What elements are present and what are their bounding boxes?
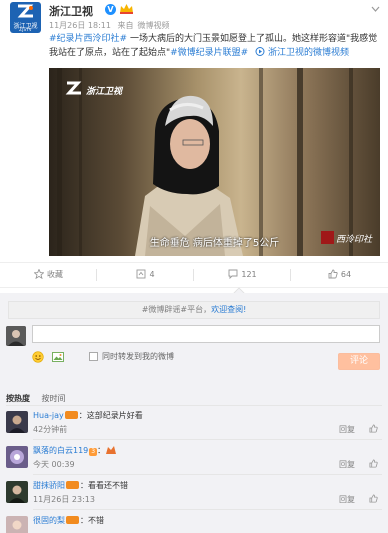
image-icon[interactable] xyxy=(52,351,64,363)
author-avatar[interactable]: 浙江卫视 ZJSTV xyxy=(10,2,41,33)
watermark-text: 浙江卫视 xyxy=(86,87,123,97)
author-name[interactable]: 浙江卫视 xyxy=(49,3,93,19)
notice-link[interactable]: 欢迎查阅! xyxy=(211,305,246,314)
comment-time: 11月26日 23:13 xyxy=(33,495,95,504)
user-avatar-icon xyxy=(6,326,26,346)
comment-panel: #微博辟谣#平台，欢迎查阅! 同时转发到我的微博 评论 按热度 按时间 Hua-… xyxy=(0,293,388,533)
video-background-tree xyxy=(297,68,303,256)
comment-time: 今天 00:39 xyxy=(33,460,75,469)
comment-count: 121 xyxy=(241,270,257,279)
favorite-label: 收藏 xyxy=(47,270,63,279)
post-time[interactable]: 11月26日 18:11 xyxy=(49,21,111,30)
commenter-name[interactable]: 飘落的白云119 xyxy=(33,446,88,455)
notice-text: #微博辟谣#平台， xyxy=(141,305,212,314)
rumor-notice: #微博辟谣#平台，欢迎查阅! xyxy=(8,301,380,319)
video-background-tree xyxy=(259,68,263,256)
post-source-prefix: 来自 xyxy=(117,21,134,30)
comment-item: 甜抹骄阳 ：看看还不错 11月26日 23:13 回复 xyxy=(0,480,388,510)
comment-text: ：不错 xyxy=(80,516,104,525)
comment-text: ：这部纪录片好看 xyxy=(78,411,143,420)
commenter-name[interactable]: Hua-jay xyxy=(33,411,64,420)
like-count: 64 xyxy=(340,270,352,279)
like-button[interactable]: 64 xyxy=(291,263,388,287)
post-header: 浙江卫视 ZJSTV 浙江卫视 V 11月26日 18:11 来自 微博视频 xyxy=(0,0,388,36)
video-player[interactable]: 浙江卫视 生命垂危 病后体重掉了5公斤 西泠印社 xyxy=(49,68,380,256)
logo-subtext: ZJSTV xyxy=(19,27,32,32)
repost-icon xyxy=(137,269,146,279)
repost-checkbox-label: 同时转发到我的微博 xyxy=(102,352,174,361)
video-frame-woman xyxy=(135,95,243,256)
commenter-avatar[interactable] xyxy=(6,516,28,533)
comment-icon xyxy=(228,269,238,280)
divider xyxy=(6,405,382,406)
reply-button[interactable]: 回复 xyxy=(339,494,355,505)
seal-stamp-icon xyxy=(321,231,334,244)
comment-text: ： xyxy=(97,446,106,455)
my-avatar[interactable] xyxy=(6,326,26,346)
vip-icon xyxy=(64,411,78,419)
video-brand: 西泠印社 xyxy=(336,235,373,245)
vip-crown-icon xyxy=(120,4,133,14)
user-avatar-icon xyxy=(6,446,28,468)
submit-comment-button[interactable]: 评论 xyxy=(338,353,380,370)
sort-by-hot[interactable]: 按热度 xyxy=(6,394,30,403)
commenter-name[interactable]: 甜抹骄阳 xyxy=(33,481,65,490)
post-source[interactable]: 微博视频 xyxy=(138,21,170,30)
commenter-name[interactable]: 很固的梨 xyxy=(33,516,65,525)
thumbs-up-icon[interactable] xyxy=(369,459,378,468)
comment-item: 很固的梨 ：不错 xyxy=(0,515,388,533)
repost-count: 4 xyxy=(149,270,155,279)
topic-link-2[interactable]: #微博纪录片联盟# xyxy=(170,48,248,58)
commenter-avatar[interactable] xyxy=(6,481,28,503)
comment-line: 甜抹骄阳 ：看看还不错 xyxy=(33,480,128,491)
video-link-icon xyxy=(255,47,265,56)
comment-text: ：看看还不错 xyxy=(80,481,128,490)
favorite-button[interactable]: 收藏 xyxy=(0,263,97,287)
commenter-avatar[interactable] xyxy=(6,446,28,468)
topic-link[interactable]: #纪录片西泠印社# xyxy=(49,34,127,44)
divider xyxy=(33,439,382,440)
sticker-icon xyxy=(106,446,117,454)
post-meta: 11月26日 18:11 来自 微博视频 xyxy=(49,20,174,31)
comment-line: 很固的梨 ：不错 xyxy=(33,515,104,526)
reply-button[interactable]: 回复 xyxy=(339,459,355,470)
chevron-down-icon[interactable] xyxy=(371,6,380,12)
comment-tools: 同时转发到我的微博 xyxy=(32,350,282,366)
video-link[interactable]: 浙江卫视的微博视频 xyxy=(268,48,349,58)
repost-button[interactable]: 4 xyxy=(97,263,194,287)
vip-icon xyxy=(66,481,79,489)
user-avatar-icon xyxy=(6,411,28,433)
comment-line: 飘落的白云119 3： xyxy=(33,445,117,456)
user-avatar-icon xyxy=(6,481,28,503)
user-avatar-icon xyxy=(6,516,28,533)
zjtv-logo-icon xyxy=(17,4,34,18)
video-background-tree xyxy=(349,68,353,256)
comment-input[interactable] xyxy=(32,325,380,343)
post-text: #纪录片西泠印社# 一场大病后的大门玉景如愿登上了孤山。她这样形容道"我感觉我站… xyxy=(49,32,381,60)
verified-icon: V xyxy=(105,4,116,15)
divider xyxy=(33,474,382,475)
comment-time: 42分钟前 xyxy=(33,425,68,434)
level-badge: 3 xyxy=(89,448,98,456)
thumbs-up-icon xyxy=(328,269,338,279)
channel-watermark: 浙江卫视 xyxy=(65,80,129,100)
commenter-avatar[interactable] xyxy=(6,411,28,433)
reply-button[interactable]: 回复 xyxy=(339,424,355,435)
zjtv-logo-icon xyxy=(65,81,82,95)
comment-button[interactable]: 121 xyxy=(194,263,291,287)
comment-item: Hua-jay ：这部纪录片好看 42分钟前 回复 xyxy=(0,410,388,440)
sort-by-time[interactable]: 按时间 xyxy=(42,394,66,403)
comment-item: 飘落的白云119 3： 今天 00:39 回复 xyxy=(0,445,388,475)
star-icon xyxy=(33,268,45,280)
repost-checkbox[interactable] xyxy=(89,352,98,361)
divider xyxy=(33,509,382,510)
emoji-icon[interactable] xyxy=(32,351,44,363)
comment-line: Hua-jay ：这部纪录片好看 xyxy=(33,410,143,421)
vip-icon xyxy=(66,516,79,524)
thumbs-up-icon[interactable] xyxy=(369,424,378,433)
post-actions: 收藏 4 121 64 xyxy=(0,262,388,288)
thumbs-up-icon[interactable] xyxy=(369,494,378,503)
video-background-tree xyxy=(57,68,62,256)
